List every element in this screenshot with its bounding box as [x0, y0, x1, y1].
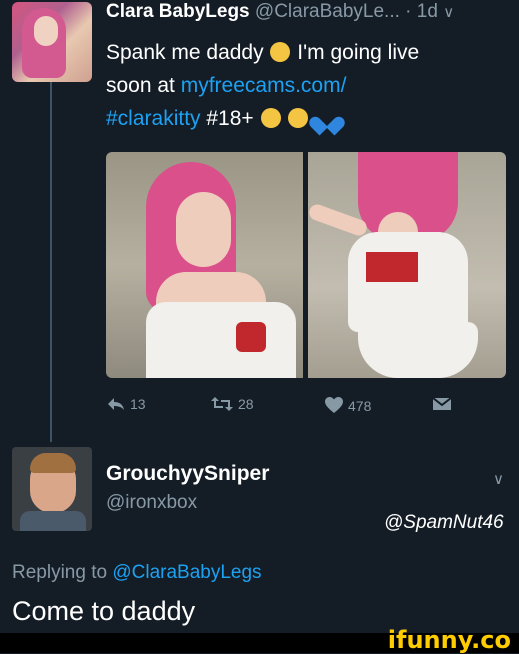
tweet1-body: Spank me daddy I'm going live soon at my… — [106, 36, 506, 135]
tweet1-text-part2: I'm going live — [297, 41, 420, 64]
tweet1-time[interactable]: 1d — [417, 1, 438, 22]
smiling-face-emoji-icon — [260, 108, 281, 128]
tweet1-hashtag[interactable]: #clarakitty — [106, 107, 201, 130]
heart-icon — [325, 397, 343, 413]
avatar-grouchyysniper[interactable] — [12, 447, 92, 531]
reply-action[interactable]: 13 — [106, 396, 146, 412]
ifunny-watermark: ifunny.co — [387, 626, 511, 654]
like-action[interactable]: 478 — [324, 396, 371, 414]
mail-icon — [432, 397, 452, 410]
reply-icon — [108, 398, 124, 410]
tweet1-text-part3: soon at — [106, 74, 175, 97]
avatar-clara[interactable] — [12, 2, 92, 82]
direct-message-action[interactable] — [432, 396, 456, 412]
tweet2-text: Come to daddy — [12, 596, 196, 626]
tweet1-text-part1: Spank me daddy — [106, 41, 264, 64]
blue-heart-emoji-icon — [316, 108, 338, 128]
tweet1-handle[interactable]: @ClaraBabyLe... — [255, 1, 400, 22]
weary-face-emoji-icon — [270, 42, 291, 62]
reply-count: 13 — [130, 396, 146, 412]
chevron-down-icon[interactable]: ∨ — [443, 4, 454, 21]
replying-prefix: Replying to — [12, 562, 108, 583]
tweet1-link[interactable]: myfreecams.com/ — [181, 74, 347, 97]
credit-text: @SpamNut46 — [384, 512, 504, 533]
kissing-face-emoji-icon — [288, 108, 309, 128]
tweet1-display-name[interactable]: Clara BabyLegs — [106, 1, 250, 22]
replying-to: Replying to @ClaraBabyLegs — [12, 562, 262, 584]
retweet-action[interactable]: 28 — [210, 396, 254, 412]
chevron-down-icon[interactable]: ∨ — [493, 470, 504, 488]
tweet1-photo-1[interactable] — [106, 152, 303, 378]
tweet2-display-name[interactable]: GrouchyySniper — [106, 462, 269, 486]
replying-handle[interactable]: @ClaraBabyLegs — [112, 562, 261, 583]
separator-dot: · — [405, 1, 412, 22]
thread-line — [50, 82, 52, 442]
like-count: 478 — [348, 398, 372, 414]
tweet1-photo-2[interactable] — [308, 152, 506, 378]
retweet-count: 28 — [238, 396, 254, 412]
tweet1-header: Clara BabyLegs @ClaraBabyLe... · 1d ∨ — [106, 1, 454, 23]
tweet2-handle[interactable]: @ironxbox — [106, 492, 197, 514]
retweet-icon — [211, 397, 233, 411]
tweet1-tag-18: #18+ — [206, 107, 254, 130]
